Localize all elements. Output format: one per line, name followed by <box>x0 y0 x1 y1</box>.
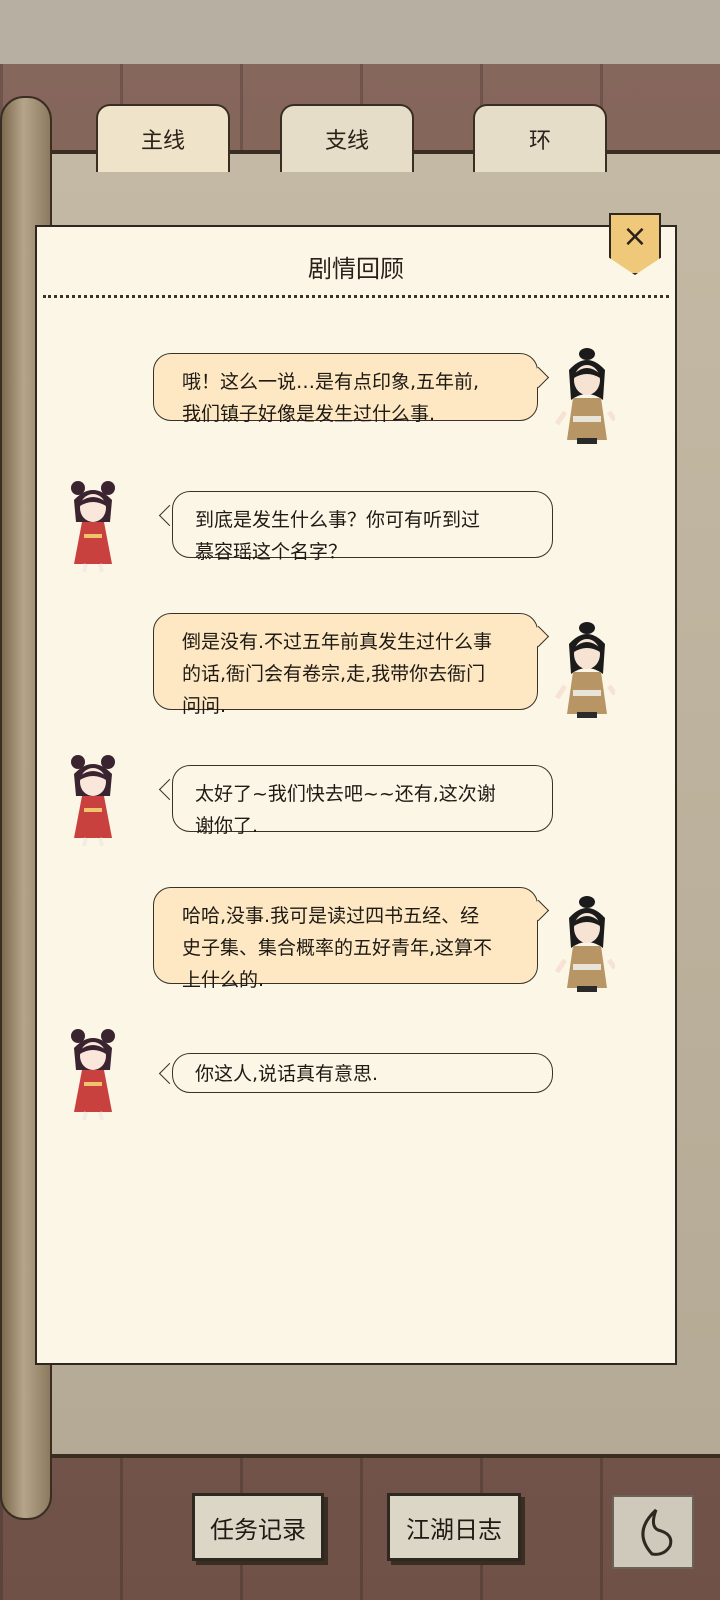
jianghu-log-label: 江湖日志 <box>406 1515 502 1544</box>
dialogue-bubble: 太好了~我们快去吧~~还有,这次谢 谢你了. <box>172 765 553 837</box>
male-character-avatar <box>555 622 615 718</box>
dialogue-bubble: 哦！这么一说…是有点印象,五年前, 我们镇子好像是发生过什么事. <box>153 353 538 425</box>
tab-side-quest[interactable]: 支线 <box>280 104 414 172</box>
tab-label: 支线 <box>324 129 369 154</box>
dialogue-bubble: 哈哈,没事.我可是读过四书五经、经 史子集、集合概率的五好青年,这算不 上什么的… <box>153 887 538 991</box>
status-bar <box>0 0 720 64</box>
female-character-avatar <box>71 1029 115 1120</box>
task-log-button[interactable]: 任务记录 <box>192 1493 324 1561</box>
male-character-avatar <box>555 348 615 444</box>
tab-label: 主线 <box>140 129 185 154</box>
back-button[interactable] <box>612 1495 694 1569</box>
back-icon <box>641 1508 673 1556</box>
jianghu-log-button[interactable]: 江湖日志 <box>387 1493 521 1561</box>
female-character-avatar <box>71 481 115 572</box>
dialogue-bubble: 到底是发生什么事？你可有听到过 慕容瑶这个名字？ <box>172 491 553 563</box>
male-character-avatar <box>555 896 615 992</box>
task-log-label: 任务记录 <box>210 1515 306 1544</box>
title-divider <box>43 295 669 298</box>
tab-label: 环 <box>528 129 551 154</box>
tab-ring-quest[interactable]: 环 <box>473 104 607 172</box>
panel-title: 剧情回顾 <box>308 255 404 283</box>
tab-main-quest[interactable]: 主线 <box>96 104 230 172</box>
female-character-avatar <box>71 755 115 846</box>
close-icon: × <box>622 219 648 254</box>
dialogue-bubble: 倒是没有.不过五年前真发生过什么事 的话,衙门会有卷宗,走,我带你去衙门 问问. <box>153 613 538 717</box>
dialogue-bubble: 你这人,说话真有意思. <box>172 1053 553 1093</box>
